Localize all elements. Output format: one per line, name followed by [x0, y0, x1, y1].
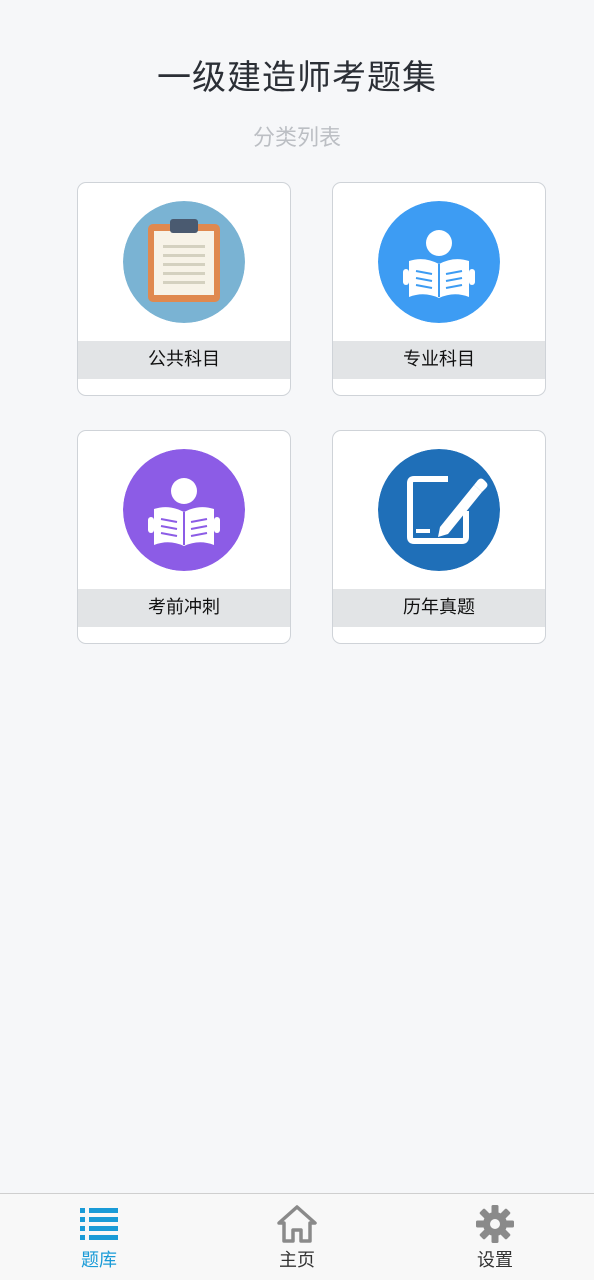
category-card-public[interactable]: 公共科目 [77, 182, 291, 396]
edit-pen-icon [378, 449, 500, 571]
tab-question-bank[interactable]: 题库 [39, 1194, 159, 1280]
tab-label: 主页 [279, 1250, 315, 1271]
category-label: 考前冲刺 [78, 589, 290, 627]
reading-person-icon [123, 449, 245, 571]
category-card-sprint[interactable]: 考前冲刺 [77, 430, 291, 644]
section-subtitle: 分类列表 [252, 126, 341, 151]
list-icon [79, 1204, 119, 1244]
category-card-professional[interactable]: 专业科目 [332, 182, 546, 396]
tab-label: 设置 [477, 1250, 513, 1271]
gear-icon [475, 1204, 515, 1244]
category-label: 历年真题 [333, 589, 545, 627]
category-label: 专业科目 [333, 341, 545, 379]
category-label: 公共科目 [78, 341, 290, 379]
tab-label: 题库 [81, 1250, 117, 1271]
tab-settings[interactable]: 设置 [435, 1194, 555, 1280]
reading-person-icon [378, 201, 500, 323]
page-title: 一级建造师考题集 [157, 58, 437, 98]
clipboard-icon [123, 201, 245, 323]
category-card-past-exams[interactable]: 历年真题 [332, 430, 546, 644]
bottom-tab-bar: 题库 主页 设置 [0, 1193, 594, 1280]
tab-home[interactable]: 主页 [237, 1194, 357, 1280]
home-icon [277, 1204, 317, 1244]
